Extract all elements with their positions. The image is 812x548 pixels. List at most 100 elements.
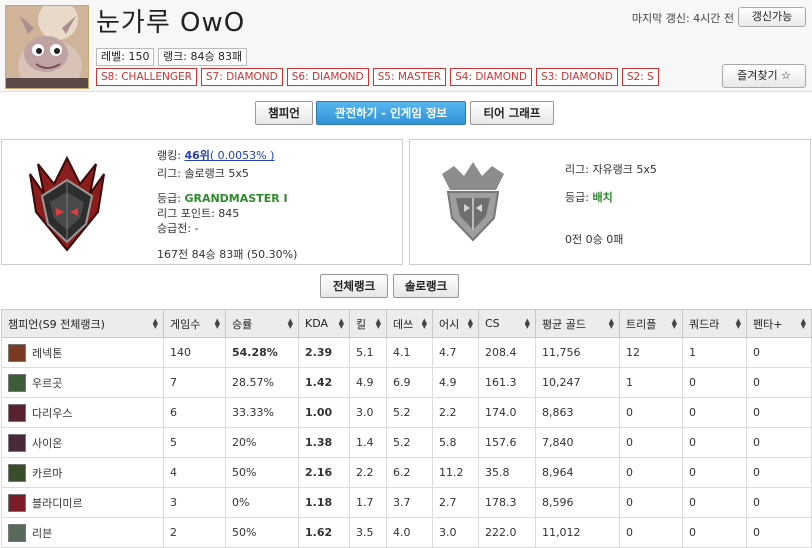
col-header-kills[interactable]: 킬 ▲ ▼ <box>349 309 387 338</box>
kda-cell: 2.16 <box>298 457 350 488</box>
penta-cell: 0 <box>746 517 812 548</box>
solo-record-text: 167전 84승 83패 (50.30%) <box>157 248 298 261</box>
rank-record-box: 랭크: 84승 83패 <box>158 48 248 66</box>
deaths-cell: 4.1 <box>386 337 433 368</box>
solo-league-text: 리그: 솔로랭크 5x5 <box>157 167 249 180</box>
tab-tier-graph[interactable]: 티어 그래프 <box>470 101 554 125</box>
summoner-avatar <box>5 5 89 89</box>
col-header-assists[interactable]: 어시 ▲ ▼ <box>432 309 479 338</box>
champion-name: 우르곳 <box>32 376 63 390</box>
tab-champion[interactable]: 챔피언 <box>255 101 313 125</box>
unranked-emblem-icon <box>442 162 504 242</box>
deaths-cell: 6.2 <box>386 457 433 488</box>
deaths-cell: 3.7 <box>386 487 433 518</box>
gold-cell: 8,863 <box>535 397 620 428</box>
solo-tier-label: 등급: <box>157 192 185 205</box>
cs-cell: 208.4 <box>478 337 536 368</box>
ranking-percent[interactable]: ( 0.0053% ) <box>210 149 275 162</box>
games-cell: 5 <box>163 427 226 458</box>
triple-cell: 0 <box>619 517 683 548</box>
kills-cell: 4.9 <box>349 367 387 398</box>
col-header-penta[interactable]: 펜타+ ▲ ▼ <box>746 309 812 338</box>
sort-icon: ▲ ▼ <box>671 317 677 330</box>
champion-cell[interactable]: 우르곳 <box>1 367 164 398</box>
favorite-button[interactable]: 즐겨찾기 ☆ <box>722 64 806 88</box>
champion-cell[interactable]: 카르마 <box>1 457 164 488</box>
quadra-cell: 0 <box>682 397 747 428</box>
champion-name: 리븐 <box>32 526 53 540</box>
winrate-cell: 50% <box>225 457 299 488</box>
triple-cell: 1 <box>619 367 683 398</box>
gold-cell: 8,964 <box>535 457 620 488</box>
season-badge-s2: S2: S <box>621 68 659 86</box>
col-header-gold[interactable]: 평균 골드 ▲ ▼ <box>535 309 620 338</box>
penta-cell: 0 <box>746 427 812 458</box>
sort-icon: ▲ ▼ <box>375 317 381 330</box>
ranking-link[interactable]: 46위 <box>184 149 209 162</box>
kills-cell: 3.0 <box>349 397 387 428</box>
solo-rank-button[interactable]: 솔로랭크 <box>393 274 459 298</box>
table-header-row: 챔피언(S9 전체랭크) ▲ ▼ 게임수 ▲ ▼ 승률 ▲ ▼ KDA ▲ ▼ 킬 ▲ ▼ 데쓰 ▲ ▼… <box>1 309 812 338</box>
col-header-triple[interactable]: 트리플 ▲ ▼ <box>619 309 683 338</box>
table-row: 블라디미르 3 0% 1.18 1.7 3.7 2.7 178.3 8,596 0 0 0 <box>1 487 812 518</box>
games-cell: 2 <box>163 517 226 548</box>
season-badge-s5: S5: MASTER <box>372 68 447 86</box>
col-header-champion[interactable]: 챔피언(S9 전체랭크) ▲ ▼ <box>1 309 164 338</box>
flex-tier-label: 등급: <box>565 191 593 204</box>
solo-tier-line: 등급: GRANDMASTER I <box>157 190 288 206</box>
col-header-quadra[interactable]: 쿼드라 ▲ ▼ <box>682 309 747 338</box>
flex-tier-value: 배치 <box>592 191 613 204</box>
level-box: 레벨: 150 <box>96 48 155 66</box>
solo-rank-panel: 랭킹: 46위( 0.0053% ) 리그: 솔로랭크 5x5 등급: GRAN… <box>1 139 403 265</box>
champion-cell[interactable]: 사이온 <box>1 427 164 458</box>
champion-cell[interactable]: 리븐 <box>1 517 164 548</box>
deaths-cell: 4.0 <box>386 517 433 548</box>
gold-cell: 11,756 <box>535 337 620 368</box>
gold-cell: 11,012 <box>535 517 620 548</box>
cs-cell: 161.3 <box>478 367 536 398</box>
col-header-cs[interactable]: CS ▲ ▼ <box>478 309 536 338</box>
col-header-deaths[interactable]: 데쓰 ▲ ▼ <box>386 309 433 338</box>
kills-cell: 1.7 <box>349 487 387 518</box>
champion-portrait-icon <box>8 493 26 512</box>
quadra-cell: 0 <box>682 367 747 398</box>
quadra-cell: 0 <box>682 487 747 518</box>
sort-icon: ▲ ▼ <box>800 317 806 330</box>
season-badge-s6: S6: DIAMOND <box>286 68 369 86</box>
sort-icon: ▲ ▼ <box>287 317 293 330</box>
champion-name: 블라디미르 <box>32 496 83 510</box>
sort-icon: ▲ ▼ <box>467 317 473 330</box>
champion-name: 사이온 <box>32 436 63 450</box>
sort-icon: ▲ ▼ <box>338 317 344 330</box>
assists-cell: 2.7 <box>432 487 479 518</box>
col-header-games[interactable]: 게임수 ▲ ▼ <box>163 309 226 338</box>
assists-cell: 4.7 <box>432 337 479 368</box>
sort-icon: ▲ ▼ <box>152 317 158 330</box>
grandmaster-emblem-icon <box>29 155 105 252</box>
col-header-winrate[interactable]: 승률 ▲ ▼ <box>225 309 299 338</box>
penta-cell: 0 <box>746 397 812 428</box>
update-button[interactable]: 갱신가능 <box>738 7 806 27</box>
col-header-kda[interactable]: KDA ▲ ▼ <box>298 309 350 338</box>
sort-icon: ▲ ▼ <box>214 317 220 330</box>
champion-portrait-icon <box>8 523 26 542</box>
quadra-cell: 0 <box>682 457 747 488</box>
solo-tier-value: GRANDMASTER I <box>184 192 288 205</box>
all-rank-button[interactable]: 전체랭크 <box>320 274 388 298</box>
triple-cell: 0 <box>619 457 683 488</box>
gold-cell: 10,247 <box>535 367 620 398</box>
promo-text: 승급전: - <box>157 222 199 235</box>
champion-cell[interactable]: 블라디미르 <box>1 487 164 518</box>
kda-cell: 1.00 <box>298 397 350 428</box>
champion-name: 카르마 <box>32 466 63 480</box>
penta-cell: 0 <box>746 337 812 368</box>
champion-cell[interactable]: 레넥톤 <box>1 337 164 368</box>
quadra-cell: 0 <box>682 517 747 548</box>
winrate-cell: 0% <box>225 487 299 518</box>
games-cell: 4 <box>163 457 226 488</box>
tab-spectate[interactable]: 관전하기 - 인게임 정보 <box>316 101 466 125</box>
winrate-cell: 28.57% <box>225 367 299 398</box>
kda-cell: 1.42 <box>298 367 350 398</box>
kda-cell: 1.38 <box>298 427 350 458</box>
champion-cell[interactable]: 다리우스 <box>1 397 164 428</box>
